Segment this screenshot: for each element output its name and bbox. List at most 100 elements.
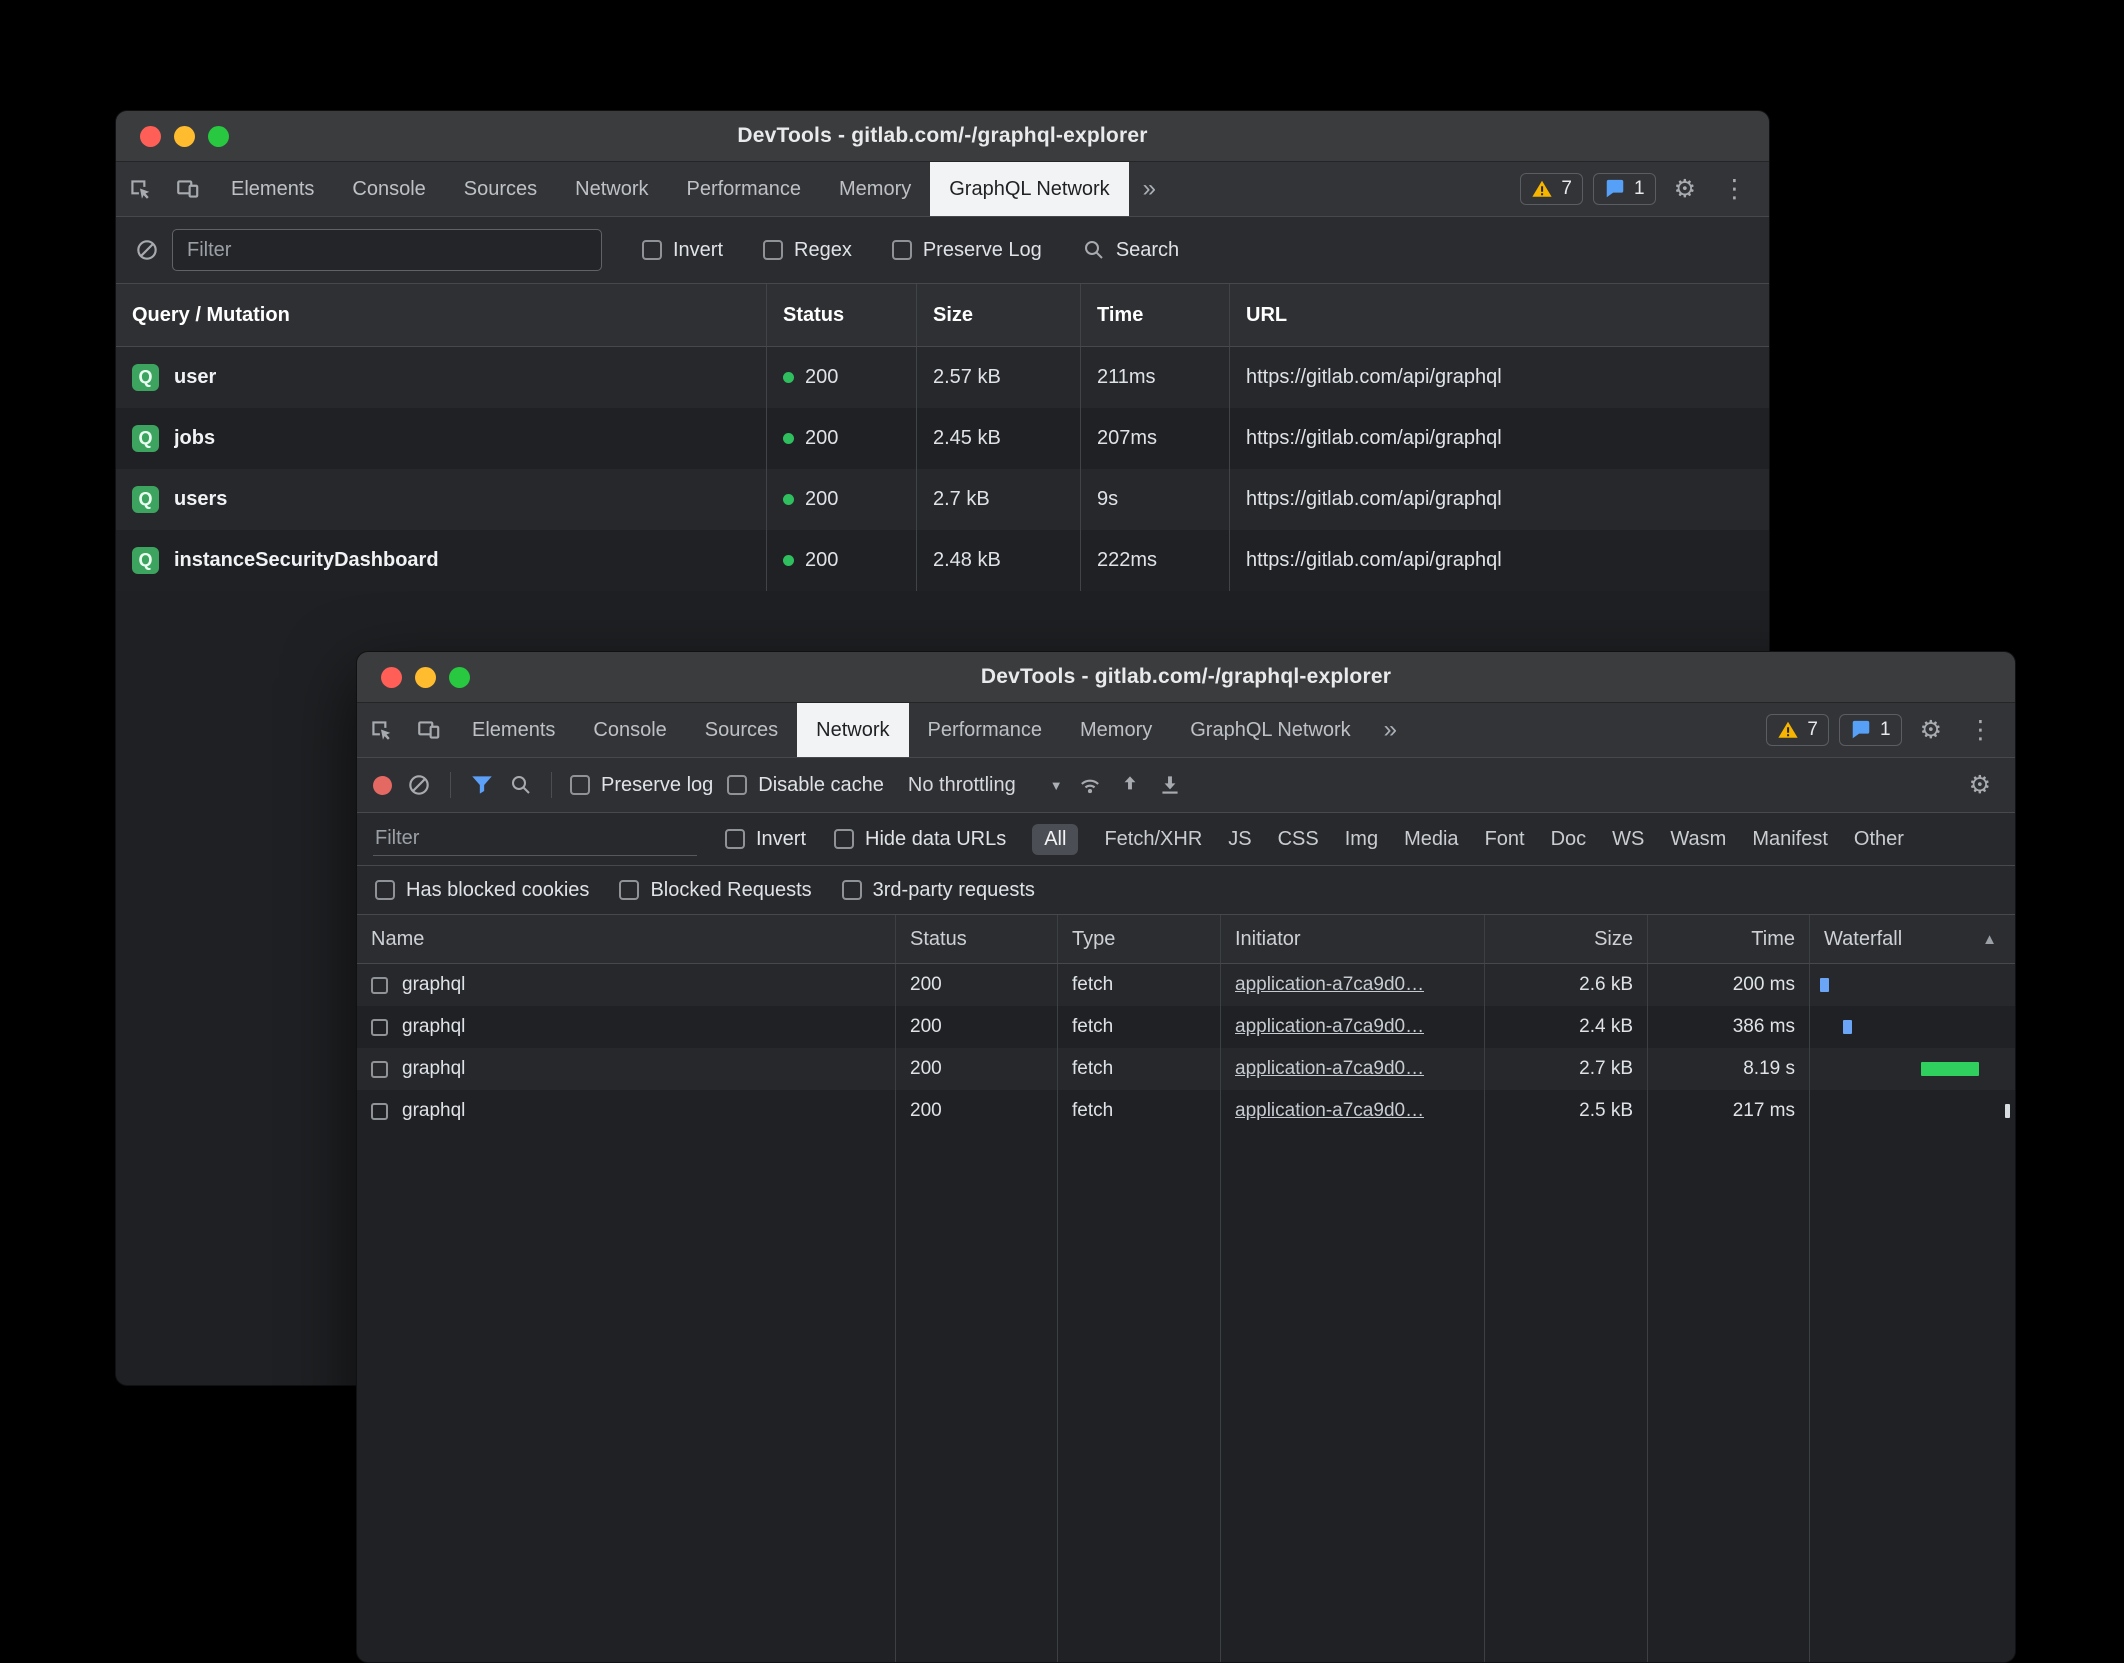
device-toolbar-icon[interactable] [164,162,212,216]
type-filter-css[interactable]: CSS [1278,828,1319,851]
column-header-type[interactable]: Type [1057,915,1220,963]
invert-checkbox-group[interactable]: Invert [725,828,806,851]
column-header-time[interactable]: Time [1080,284,1229,346]
tab-memory[interactable]: Memory [820,162,930,216]
invert-checkbox-group[interactable]: Invert [642,239,723,262]
disable-cache-checkbox[interactable] [727,775,747,795]
throttling-select[interactable]: No throttling ▼ [908,774,1063,797]
row-checkbox[interactable] [371,1061,388,1078]
column-header-status[interactable]: Status [766,284,916,346]
column-header-query-mutation[interactable]: Query / Mutation [116,284,766,346]
export-har-icon[interactable] [1157,772,1183,798]
type-filter-ws[interactable]: WS [1612,828,1644,851]
column-header-size[interactable]: Size [916,284,1080,346]
filter-input[interactable] [373,823,697,856]
kebab-menu-icon[interactable]: ⋮ [1714,177,1755,202]
preserve-log-checkbox[interactable] [570,775,590,795]
kebab-menu-icon[interactable]: ⋮ [1960,718,2001,743]
preserve-log-checkbox-group[interactable]: Preserve Log [892,239,1042,262]
initiator-link[interactable]: application-a7ca9d0… [1235,974,1424,996]
column-header-initiator[interactable]: Initiator [1220,915,1484,963]
type-filter-wasm[interactable]: Wasm [1670,828,1726,851]
hide-data-urls-checkbox-group[interactable]: Hide data URLs [834,828,1006,851]
inspect-element-icon[interactable] [357,703,405,757]
blocked-requests-checkbox-group[interactable]: Blocked Requests [619,879,811,902]
clear-icon[interactable] [134,237,160,263]
invert-checkbox[interactable] [725,829,745,849]
warnings-badge[interactable]: 7 [1766,714,1829,746]
column-header-size[interactable]: Size [1484,915,1647,963]
issues-badge[interactable]: 1 [1593,173,1656,205]
tab-network[interactable]: Network [797,703,908,757]
type-filter-js[interactable]: JS [1228,828,1251,851]
network-conditions-icon[interactable] [1077,772,1103,798]
row-checkbox[interactable] [371,977,388,994]
regex-checkbox[interactable] [763,240,783,260]
tab-graphql-network[interactable]: GraphQL Network [930,162,1128,216]
tab-console[interactable]: Console [574,703,685,757]
network-request-row[interactable]: graphql 200 fetch application-a7ca9d0… 2… [357,1006,2015,1048]
inspect-element-icon[interactable] [116,162,164,216]
search-button[interactable]: Search [1082,238,1179,262]
tab-elements[interactable]: Elements [453,703,574,757]
titlebar[interactable]: DevTools - gitlab.com/-/graphql-explorer [357,652,2015,703]
column-header-waterfall[interactable]: Waterfall ▲ [1809,915,2015,963]
column-header-status[interactable]: Status [895,915,1057,963]
type-filter-all[interactable]: All [1032,824,1078,855]
blocked-requests-checkbox[interactable] [619,880,639,900]
tab-sources[interactable]: Sources [686,703,797,757]
third-party-requests-checkbox-group[interactable]: 3rd-party requests [842,879,1035,902]
type-filter-img[interactable]: Img [1345,828,1378,851]
device-toolbar-icon[interactable] [405,703,453,757]
type-filter-font[interactable]: Font [1485,828,1525,851]
has-blocked-cookies-checkbox-group[interactable]: Has blocked cookies [375,879,589,902]
tab-console[interactable]: Console [333,162,444,216]
query-row-instance-security-dashboard[interactable]: QinstanceSecurityDashboard 200 2.48 kB 2… [116,530,1769,591]
clear-icon[interactable] [406,772,432,798]
settings-gear-icon[interactable]: ⚙ [1912,718,1950,743]
issues-badge[interactable]: 1 [1839,714,1902,746]
initiator-link[interactable]: application-a7ca9d0… [1235,1100,1424,1122]
column-header-url[interactable]: URL [1229,284,1769,346]
row-checkbox[interactable] [371,1103,388,1120]
import-har-icon[interactable] [1117,772,1143,798]
tab-sources[interactable]: Sources [445,162,556,216]
tab-performance[interactable]: Performance [909,703,1062,757]
type-filter-doc[interactable]: Doc [1551,828,1587,851]
query-row-jobs[interactable]: Qjobs 200 2.45 kB 207ms https://gitlab.c… [116,408,1769,469]
type-filter-manifest[interactable]: Manifest [1752,828,1828,851]
has-blocked-cookies-checkbox[interactable] [375,880,395,900]
hide-data-urls-checkbox[interactable] [834,829,854,849]
settings-gear-icon[interactable]: ⚙ [1666,177,1704,202]
type-filter-other[interactable]: Other [1854,828,1904,851]
query-row-user[interactable]: Quser 200 2.57 kB 211ms https://gitlab.c… [116,347,1769,408]
column-header-name[interactable]: Name [357,915,895,963]
more-tabs-button[interactable]: » [1370,703,1411,757]
filter-input[interactable] [172,229,602,271]
tab-performance[interactable]: Performance [668,162,821,216]
invert-checkbox[interactable] [642,240,662,260]
tab-elements[interactable]: Elements [212,162,333,216]
query-row-users[interactable]: Qusers 200 2.7 kB 9s https://gitlab.com/… [116,469,1769,530]
network-request-row[interactable]: graphql 200 fetch application-a7ca9d0… 2… [357,1048,2015,1090]
regex-checkbox-group[interactable]: Regex [763,239,852,262]
filter-funnel-icon[interactable] [469,772,495,798]
initiator-link[interactable]: application-a7ca9d0… [1235,1058,1424,1080]
type-filter-fetch-xhr[interactable]: Fetch/XHR [1104,828,1202,851]
search-icon[interactable] [509,773,533,797]
column-header-time[interactable]: Time [1647,915,1809,963]
disable-cache-checkbox-group[interactable]: Disable cache [727,774,884,797]
type-filter-media[interactable]: Media [1404,828,1458,851]
network-settings-gear-icon[interactable]: ⚙ [1961,773,1999,798]
more-tabs-button[interactable]: » [1129,162,1170,216]
initiator-link[interactable]: application-a7ca9d0… [1235,1016,1424,1038]
tab-memory[interactable]: Memory [1061,703,1171,757]
tab-graphql-network[interactable]: GraphQL Network [1171,703,1369,757]
network-request-row[interactable]: graphql 200 fetch application-a7ca9d0… 2… [357,1090,2015,1132]
record-button[interactable] [373,776,392,795]
third-party-requests-checkbox[interactable] [842,880,862,900]
tab-network[interactable]: Network [556,162,667,216]
row-checkbox[interactable] [371,1019,388,1036]
preserve-log-checkbox-group[interactable]: Preserve log [570,774,713,797]
preserve-log-checkbox[interactable] [892,240,912,260]
